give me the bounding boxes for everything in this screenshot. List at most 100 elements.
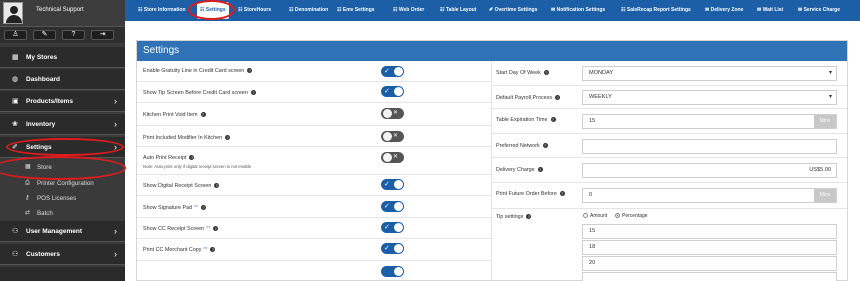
setting-row: Enable Gratuity Line in Credit Card scre… bbox=[137, 61, 491, 82]
tab-table-layout[interactable]: ☷ Table Layout bbox=[440, 0, 476, 21]
tip-value-input[interactable]: 20 bbox=[582, 256, 837, 271]
sidebar-item-partial[interactable] bbox=[0, 267, 125, 281]
start-day-select[interactable]: MONDAY ▾ bbox=[582, 66, 837, 81]
help-icon[interactable]: ? bbox=[213, 226, 219, 232]
help-icon[interactable]: ? bbox=[526, 214, 532, 220]
close-icon: ✕ bbox=[393, 133, 399, 139]
tab-delivery-zone[interactable]: ✉ Delivery Zone bbox=[705, 0, 743, 21]
help-icon[interactable]: ? bbox=[543, 70, 549, 76]
sidebar-subitem-label: Printer Configuration bbox=[37, 180, 94, 187]
check-icon: ✓ bbox=[384, 68, 390, 75]
tip-screen-toggle[interactable]: ✓ bbox=[381, 86, 404, 97]
help-icon[interactable]: ? bbox=[201, 205, 207, 211]
future-order-input[interactable]: 0 Mins bbox=[582, 188, 837, 203]
mins-addon: Mins bbox=[814, 189, 836, 202]
chevron-right-icon: › bbox=[114, 226, 117, 236]
tab-overtime-settings[interactable]: ✐ Overtime Settings bbox=[489, 0, 537, 21]
setting-label: Table Expiration Time? bbox=[496, 117, 556, 123]
annotation-oval-tab bbox=[188, 0, 235, 20]
help-icon[interactable]: ? bbox=[247, 68, 253, 74]
tip-value-input[interactable] bbox=[582, 272, 837, 281]
help-icon[interactable]: ? bbox=[537, 167, 543, 173]
annotation-oval-settings bbox=[6, 138, 124, 156]
help-icon[interactable]: ? bbox=[62, 30, 85, 40]
help-icon[interactable]: ? bbox=[542, 143, 548, 149]
table-expiration-input[interactable]: 15 Mins bbox=[582, 114, 837, 129]
sidebar-item-inventory[interactable]: ❀ Inventory › bbox=[0, 114, 125, 135]
help-icon[interactable]: ? bbox=[559, 191, 565, 197]
sidebar-item-user-management[interactable]: ⚇ User Management › bbox=[0, 221, 125, 242]
preferred-network-input[interactable] bbox=[582, 139, 837, 154]
tab-service-charge[interactable]: ✉ Service Charge bbox=[798, 0, 840, 21]
delivery-charge-input[interactable]: US$5.00 bbox=[582, 163, 837, 178]
setting-row: Default Payroll Process? WEEKLY ▾ bbox=[492, 86, 847, 109]
cc-merchant-copy-toggle[interactable]: ✓ bbox=[381, 243, 404, 254]
sidebar-item-label: My Stores bbox=[26, 54, 58, 61]
gratuity-line-toggle[interactable]: ✓ bbox=[381, 66, 404, 77]
setting-row: Start Day Of Week? MONDAY ▾ bbox=[492, 61, 847, 86]
setting-label: Show Digital Receipt Screen? bbox=[143, 183, 220, 189]
setting-label: Print CC Merchant Copy **? bbox=[143, 247, 216, 253]
help-icon[interactable]: ? bbox=[210, 247, 216, 253]
sidebar-item-products[interactable]: ▣ Products/Items › bbox=[0, 91, 125, 112]
logout-icon[interactable]: ⇥ bbox=[91, 30, 114, 40]
tip-value-input[interactable]: 18 bbox=[582, 240, 837, 255]
user-profile[interactable]: Technical Support bbox=[0, 0, 125, 27]
help-icon[interactable]: ? bbox=[189, 155, 195, 161]
sidebar-item-dashboard[interactable]: ◍ Dashboard bbox=[0, 69, 125, 90]
setting-row: Auto Print Receipt? Note: Auto print onl… bbox=[137, 147, 491, 175]
tab-web-order[interactable]: ☷ Web Order bbox=[393, 0, 424, 21]
sidebar-subitem-label: Batch bbox=[37, 210, 53, 217]
sidebar-item-label: User Management bbox=[26, 228, 82, 235]
sidebar-item-label: Inventory bbox=[26, 121, 56, 128]
chevron-right-icon: › bbox=[114, 249, 117, 259]
setting-label: Default Payroll Process? bbox=[496, 95, 561, 101]
tab-emv-settings[interactable]: ☷ Emv Settings bbox=[337, 0, 375, 21]
sidebar-subitem-label: POS Licenses bbox=[37, 195, 77, 202]
check-icon: ✓ bbox=[384, 203, 390, 210]
tip-value-input[interactable]: 15 bbox=[582, 224, 837, 239]
tip-amount-radio[interactable]: Amount bbox=[583, 213, 607, 219]
help-icon[interactable]: ? bbox=[550, 117, 556, 123]
tab-store-hours[interactable]: ☷ StoreHours bbox=[238, 0, 271, 21]
user-icon[interactable]: ♙ bbox=[4, 30, 27, 40]
setting-row: Show Digital Receipt Screen? ✓ bbox=[137, 175, 491, 196]
setting-row: Preferred Network? bbox=[492, 134, 847, 158]
setting-row: Print Included Modifier In Kitchen? ✕ bbox=[137, 126, 491, 147]
sidebar-subitem-pos-licenses[interactable]: ⚷ POS Licenses bbox=[0, 191, 125, 206]
setting-row bbox=[137, 261, 491, 281]
sidebar-item-my-stores[interactable]: ▦ My Stores bbox=[0, 47, 125, 68]
tab-denomination[interactable]: ☷ Denomination bbox=[289, 0, 328, 21]
sidebar-subitem-batch[interactable]: ⇄ Batch bbox=[0, 206, 125, 221]
signature-pad-toggle[interactable]: ✓ bbox=[381, 201, 404, 212]
auto-print-toggle[interactable]: ✕ bbox=[381, 152, 404, 163]
tab-store-information[interactable]: ☷ Store Information bbox=[138, 0, 186, 21]
tab-notification-settings[interactable]: ✉ Notification Settings bbox=[551, 0, 605, 21]
setting-note: Note: Auto print only if digital receipt… bbox=[143, 164, 252, 169]
help-icon[interactable]: ? bbox=[225, 135, 231, 141]
tab-salerecap-report-settings[interactable]: ☷ SaleRecap Report Settings bbox=[621, 0, 691, 21]
included-modifier-toggle[interactable]: ✕ bbox=[381, 131, 404, 142]
store-icon: ▦ bbox=[12, 54, 19, 61]
help-icon[interactable]: ? bbox=[200, 112, 206, 118]
help-icon[interactable]: ? bbox=[555, 95, 561, 101]
close-icon: ✕ bbox=[393, 154, 399, 160]
kitchen-void-toggle[interactable]: ✕ bbox=[381, 108, 404, 119]
payroll-select[interactable]: WEEKLY ▾ bbox=[582, 90, 837, 105]
mins-addon: Mins bbox=[814, 115, 836, 128]
tool-icon[interactable]: ✎ bbox=[33, 30, 56, 40]
sidebar-item-customers[interactable]: ⚇ Customers › bbox=[0, 244, 125, 265]
help-icon[interactable]: ? bbox=[250, 90, 256, 96]
tip-percentage-radio[interactable]: Percentage bbox=[615, 213, 648, 219]
setting-label: Print Future Order Before? bbox=[496, 191, 565, 197]
tab-wait-list[interactable]: ✉ Wait List bbox=[757, 0, 783, 21]
cc-receipt-toggle[interactable]: ✓ bbox=[381, 222, 404, 233]
chevron-right-icon: › bbox=[114, 96, 117, 106]
setting-label: Auto Print Receipt? bbox=[143, 155, 195, 161]
help-icon[interactable]: ? bbox=[214, 183, 220, 189]
digital-receipt-toggle[interactable]: ✓ bbox=[381, 179, 404, 190]
partial-toggle[interactable] bbox=[381, 266, 404, 277]
setting-label: Tip settings? bbox=[496, 214, 532, 220]
sidebar-item-label: Products/Items bbox=[26, 98, 73, 105]
setting-row: Print CC Merchant Copy **? ✓ bbox=[137, 239, 491, 261]
